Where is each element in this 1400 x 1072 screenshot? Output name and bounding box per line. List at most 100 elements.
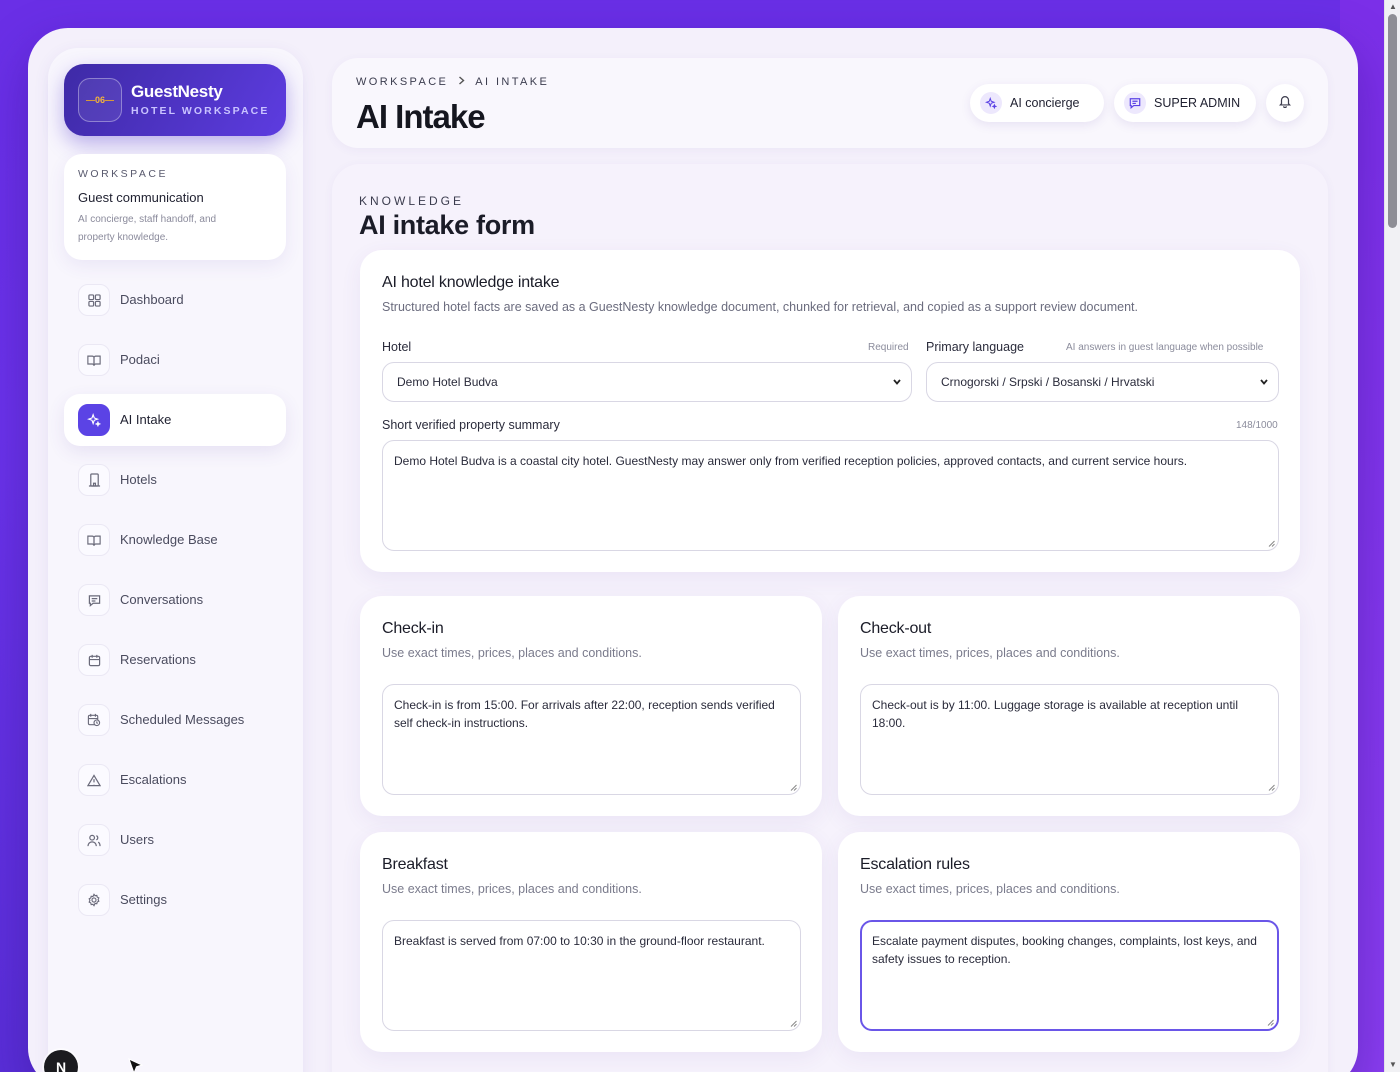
ai-concierge-label: AI concierge xyxy=(1010,96,1080,110)
users-icon xyxy=(78,824,110,856)
section-title: AI intake form xyxy=(359,210,535,240)
breadcrumb-workspace[interactable]: WORKSPACE xyxy=(356,76,448,88)
warning-icon xyxy=(78,764,110,796)
breakfast-textarea[interactable]: Breakfast is served from 07:00 to 10:30 … xyxy=(382,920,801,1031)
brand-card[interactable]: —06— GuestNesty HOTEL WORKSPACE xyxy=(64,64,286,136)
sidebar-item-reservations[interactable]: Reservations xyxy=(64,634,286,686)
summary-char-count: 148/1000 xyxy=(1236,420,1278,431)
chevron-down-icon xyxy=(891,375,903,392)
summary-textarea[interactable]: Demo Hotel Budva is a coastal city hotel… xyxy=(382,440,1279,551)
page-scrollbar[interactable]: ▲ ▼ xyxy=(1384,0,1400,1072)
chevron-right-icon xyxy=(458,76,465,88)
escalation-rules-text: Escalate payment disputes, booking chang… xyxy=(872,934,1257,966)
escalation-rules-textarea[interactable]: Escalate payment disputes, booking chang… xyxy=(860,920,1279,1031)
sidebar-item-label: Users xyxy=(120,832,154,847)
sidebar-item-label: Reservations xyxy=(120,652,196,667)
checkout-title: Check-out xyxy=(860,620,932,637)
sidebar-item-ai-intake[interactable]: AI Intake xyxy=(64,394,286,446)
brand-subtitle: HOTEL WORKSPACE xyxy=(131,105,270,117)
app-frame: —06— GuestNesty HOTEL WORKSPACE WORKSPAC… xyxy=(28,28,1358,1072)
workspace-description: AI concierge, staff handoff, and propert… xyxy=(78,214,217,243)
scroll-up-arrow-icon[interactable]: ▲ xyxy=(1388,2,1398,12)
sidebar-item-label: Conversations xyxy=(120,592,204,607)
role-label: SUPER ADMIN xyxy=(1154,96,1241,110)
sidebar-item-label: AI Intake xyxy=(120,412,172,427)
sparkle-icon xyxy=(78,404,110,436)
brand-name: GuestNesty xyxy=(131,82,223,101)
workspace-eyebrow: WORKSPACE xyxy=(78,168,168,180)
checkout-text: Check-out is by 11:00. Luggage storage i… xyxy=(872,698,1239,730)
ai-concierge-button[interactable]: AI concierge xyxy=(970,84,1104,122)
sidebar-item-dashboard[interactable]: Dashboard xyxy=(64,274,286,326)
language-hint: AI answers in guest language when possib… xyxy=(1066,342,1264,353)
workspace-title: Guest communication xyxy=(78,190,204,205)
sidebar-item-scheduled-messages[interactable]: Scheduled Messages xyxy=(64,694,286,746)
sidebar-item-knowledge-base[interactable]: Knowledge Base xyxy=(64,514,286,566)
hotel-select-value: Demo Hotel Budva xyxy=(397,375,498,389)
chat-icon xyxy=(78,584,110,616)
calendar-clock-icon xyxy=(78,704,110,736)
sidebar-item-podaci[interactable]: Podaci xyxy=(64,334,286,386)
scroll-down-arrow-icon[interactable]: ▼ xyxy=(1388,1060,1398,1070)
hotel-label: Hotel xyxy=(382,340,412,354)
language-select[interactable]: Crnogorski / Srpski / Bosanski / Hrvatsk… xyxy=(926,362,1279,402)
breakfast-description: Use exact times, prices, places and cond… xyxy=(382,882,642,896)
main-panel: KNOWLEDGE AI intake form AI hotel knowle… xyxy=(332,164,1328,1072)
book-icon xyxy=(78,344,110,376)
language-select-value: Crnogorski / Srpski / Bosanski / Hrvatsk… xyxy=(941,375,1155,389)
sidebar-item-label: Dashboard xyxy=(120,292,184,307)
escalation-rules-title: Escalation rules xyxy=(860,856,970,873)
summary-text: Demo Hotel Budva is a coastal city hotel… xyxy=(394,454,1188,468)
role-badge-button[interactable]: SUPER ADMIN xyxy=(1114,84,1256,122)
sidebar-item-label: Escalations xyxy=(120,772,187,787)
page-title: AI Intake xyxy=(356,98,486,135)
sidebar-item-label: Knowledge Base xyxy=(120,532,218,547)
resize-grip-icon[interactable] xyxy=(1268,540,1275,547)
breakfast-title: Breakfast xyxy=(382,856,448,873)
checkin-textarea[interactable]: Check-in is from 15:00. For arrivals aft… xyxy=(382,684,801,795)
building-icon xyxy=(78,464,110,496)
scroll-thumb[interactable] xyxy=(1388,14,1397,228)
breadcrumb: WORKSPACE AI INTAKE xyxy=(356,76,549,88)
checkin-card: Check-in Use exact times, prices, places… xyxy=(360,596,822,816)
resize-grip-icon[interactable] xyxy=(1267,1019,1274,1026)
checkin-text: Check-in is from 15:00. For arrivals aft… xyxy=(394,698,775,730)
sidebar-nav: Dashboard Podaci AI Intake Hotels Knowle… xyxy=(64,274,286,934)
summary-label: Short verified property summary xyxy=(382,418,560,432)
sparkle-icon xyxy=(980,92,1002,114)
resize-grip-icon[interactable] xyxy=(790,1020,797,1027)
notifications-button[interactable] xyxy=(1266,84,1304,122)
hotel-required-hint: Required xyxy=(868,342,909,353)
mouse-cursor-icon xyxy=(128,1058,144,1072)
checkout-textarea[interactable]: Check-out is by 11:00. Luggage storage i… xyxy=(860,684,1279,795)
brand-logo: —06— xyxy=(78,78,122,122)
sidebar-item-settings[interactable]: Settings xyxy=(64,874,286,926)
grid-icon xyxy=(78,284,110,316)
bell-icon xyxy=(1278,94,1292,113)
intake-title: AI hotel knowledge intake xyxy=(382,274,560,291)
brand-logo-text: 06 xyxy=(94,95,105,105)
sidebar-item-conversations[interactable]: Conversations xyxy=(64,574,286,626)
breakfast-card: Breakfast Use exact times, prices, place… xyxy=(360,832,822,1052)
sidebar: —06— GuestNesty HOTEL WORKSPACE WORKSPAC… xyxy=(48,48,303,1072)
chevron-down-icon xyxy=(1258,375,1270,392)
book-icon xyxy=(78,524,110,556)
chat-icon xyxy=(1124,92,1146,114)
gear-icon xyxy=(78,884,110,916)
sidebar-item-label: Settings xyxy=(120,892,167,907)
hotel-select[interactable]: Demo Hotel Budva xyxy=(382,362,912,402)
intake-description: Structured hotel facts are saved as a Gu… xyxy=(382,300,1138,314)
resize-grip-icon[interactable] xyxy=(790,784,797,791)
breakfast-text: Breakfast is served from 07:00 to 10:30 … xyxy=(394,934,765,948)
sidebar-item-label: Hotels xyxy=(120,472,157,487)
breadcrumb-current: AI INTAKE xyxy=(475,76,550,88)
resize-grip-icon[interactable] xyxy=(1268,784,1275,791)
escalation-rules-description: Use exact times, prices, places and cond… xyxy=(860,882,1120,896)
sidebar-item-users[interactable]: Users xyxy=(64,814,286,866)
sidebar-item-hotels[interactable]: Hotels xyxy=(64,454,286,506)
checkout-description: Use exact times, prices, places and cond… xyxy=(860,646,1120,660)
page-header: WORKSPACE AI INTAKE AI Intake AI concier… xyxy=(332,58,1328,148)
escalation-rules-card: Escalation rules Use exact times, prices… xyxy=(838,832,1300,1052)
sidebar-item-escalations[interactable]: Escalations xyxy=(64,754,286,806)
calendar-icon xyxy=(78,644,110,676)
